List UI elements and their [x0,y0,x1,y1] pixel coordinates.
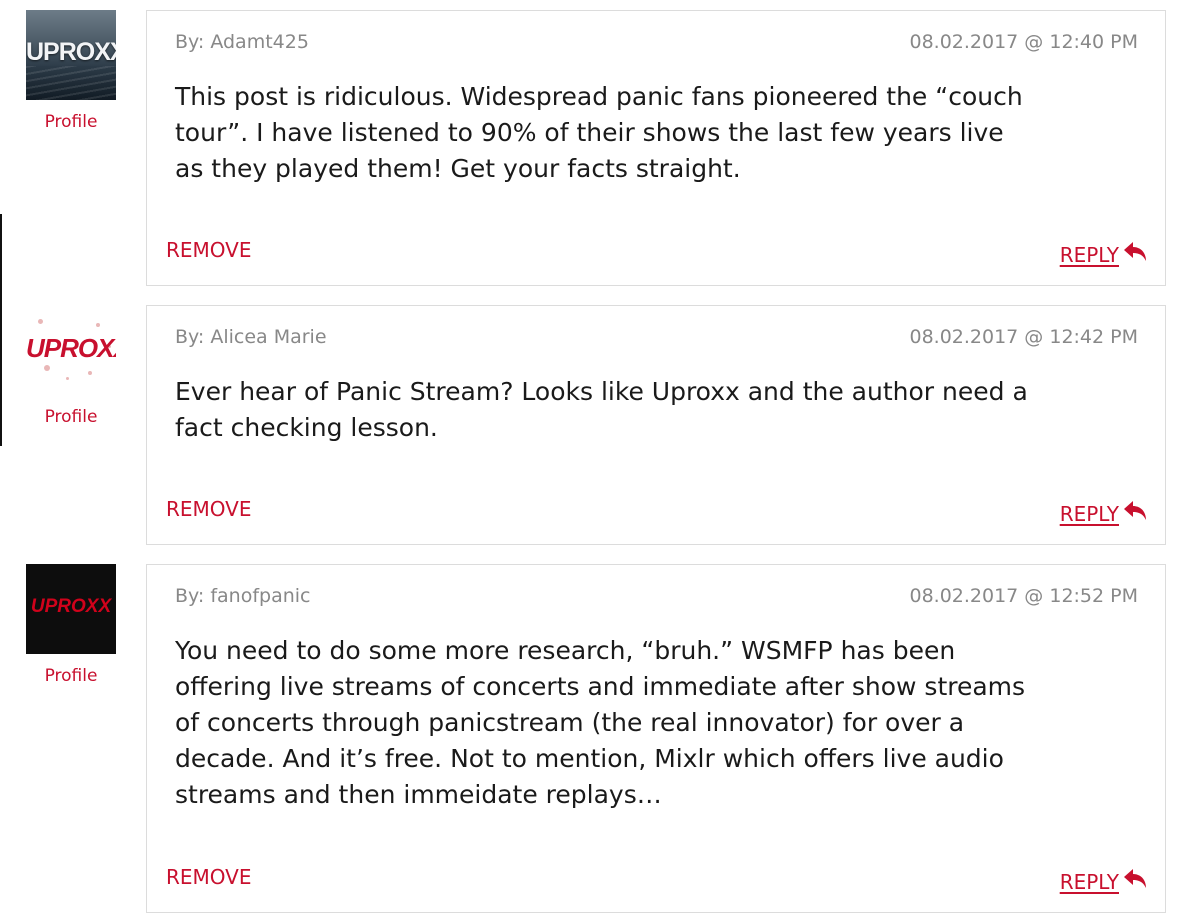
avatar-logo-text: UPROXX [30,596,112,617]
reply-label: REPLY [1059,870,1119,894]
avatar[interactable]: UPROXX [26,305,116,395]
remove-button[interactable]: REMOVE [166,865,252,889]
avatar-sea-graphic [26,66,116,100]
reply-button[interactable]: REPLY [1059,241,1149,267]
left-edge-rule [0,214,2,446]
reply-arrow-icon [1123,500,1149,522]
comment-author: By: Adamt425 [175,31,309,53]
comment-card: By: Adamt425 08.02.2017 @ 12:40 PM This … [146,10,1166,286]
reply-arrow-icon [1123,241,1149,263]
profile-link[interactable]: Profile [26,407,116,427]
profile-link[interactable]: Profile [26,112,116,132]
remove-button[interactable]: REMOVE [166,497,252,521]
comment-body: This post is ridiculous. Widespread pani… [175,82,1023,183]
comment-author: By: Alicea Marie [175,326,327,348]
reply-arrow-icon [1123,868,1149,890]
profile-link[interactable]: Profile [26,666,116,686]
comment-card: By: fanofpanic 08.02.2017 @ 12:52 PM You… [146,564,1166,913]
comment-author-column: UPROXX Profile [26,305,116,427]
comment-timestamp: 08.02.2017 @ 12:52 PM [909,585,1138,607]
comment-timestamp: 08.02.2017 @ 12:40 PM [909,31,1138,53]
avatar-logo-text: UPROXX [26,333,116,363]
reply-label: REPLY [1059,243,1119,267]
comment-author-column: UPROXX Profile [26,564,116,686]
reply-button[interactable]: REPLY [1059,868,1149,894]
remove-button[interactable]: REMOVE [166,238,252,262]
comment-author-column: UPROXX Profile [26,10,116,132]
comment-author: By: fanofpanic [175,585,311,607]
comment-card: By: Alicea Marie 08.02.2017 @ 12:42 PM E… [146,305,1166,545]
avatar[interactable]: UPROXX [26,10,116,100]
comment-body: You need to do some more research, “bruh… [175,636,1026,809]
comment-body: Ever hear of Panic Stream? Looks like Up… [175,377,1028,442]
avatar-logo-text: UPROXX [26,38,116,66]
reply-button[interactable]: REPLY [1059,500,1149,526]
reply-label: REPLY [1059,502,1119,526]
comment-timestamp: 08.02.2017 @ 12:42 PM [909,326,1138,348]
avatar[interactable]: UPROXX [26,564,116,654]
